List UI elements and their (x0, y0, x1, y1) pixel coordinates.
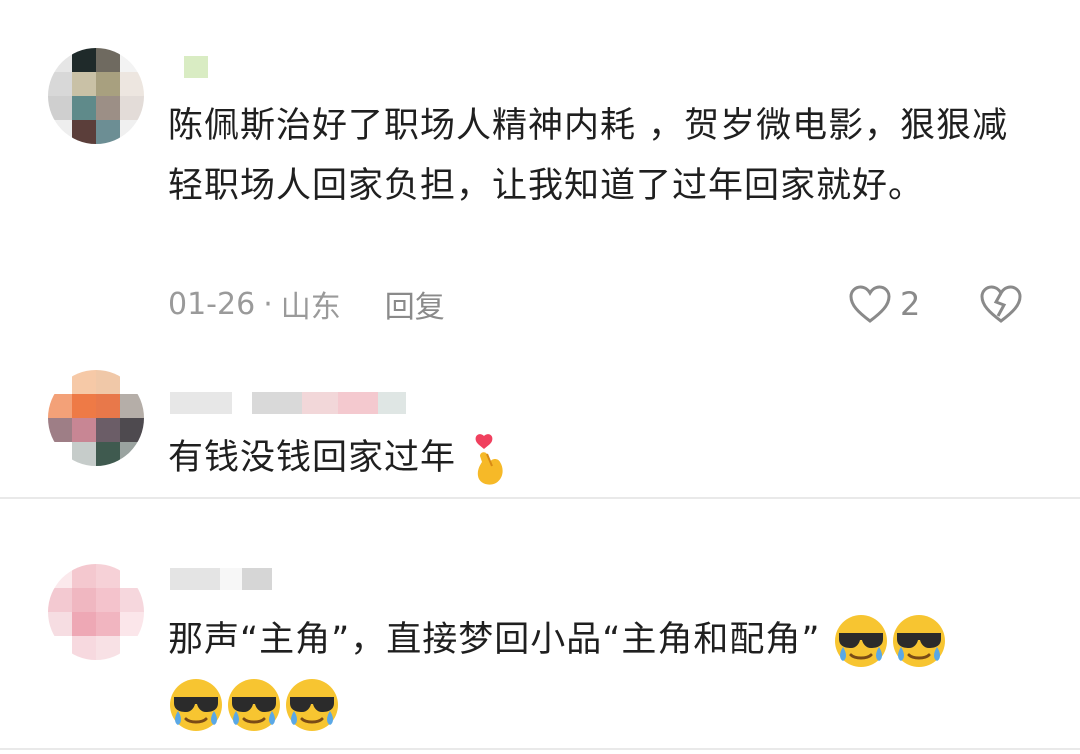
divider (0, 497, 1080, 499)
cool-crying-face-emoji (168, 677, 224, 733)
comment-item: 有钱没钱回家过年 (0, 350, 1080, 498)
reply-button[interactable]: 回复 (385, 282, 445, 326)
username-blurred[interactable] (170, 568, 272, 590)
like-button[interactable]: 2 (848, 280, 920, 328)
avatar[interactable] (48, 564, 144, 660)
comment-date: 01-26 (168, 286, 256, 322)
cool-crying-face-emoji (284, 677, 340, 733)
comment-meta: 01-26 · 山东 回复 (168, 282, 445, 326)
comment-text: 有钱没钱回家过年 (168, 426, 1028, 490)
comment-text: 那声“主角”，直接梦回小品“主角和配角” (168, 608, 1028, 736)
divider (0, 748, 1080, 750)
username-blurred[interactable] (184, 56, 208, 78)
broken-heart-icon (978, 283, 1024, 325)
comment-text: 陈佩斯治好了职场人精神内耗 ，贺岁微电影，狠狠减轻职场人回家负担，让我知道了过年… (168, 106, 1009, 206)
like-count: 2 (900, 285, 921, 323)
comment-item: 陈佩斯治好了职场人精神内耗 ，贺岁微电影，狠狠减轻职场人回家负担，让我知道了过年… (0, 0, 1080, 340)
cool-crying-face-emoji (891, 613, 947, 669)
dislike-button[interactable] (978, 280, 1024, 328)
avatar[interactable] (48, 370, 144, 466)
avatar[interactable] (48, 48, 144, 144)
cool-crying-face-emoji (833, 613, 889, 669)
cool-crying-face-emoji (226, 677, 282, 733)
comment-location: 山东 (280, 290, 341, 325)
comment-text-content: 有钱没钱回家过年 (168, 438, 457, 478)
comment-item: 那声“主角”，直接梦回小品“主角和配角” (0, 520, 1080, 750)
heart-outline-icon (848, 284, 892, 324)
username-blurred[interactable] (170, 392, 406, 414)
meta-separator: · (263, 286, 273, 322)
comment-text-content: 那声“主角”，直接梦回小品“主角和配角” (168, 620, 821, 660)
finger-heart-emoji (470, 432, 510, 486)
